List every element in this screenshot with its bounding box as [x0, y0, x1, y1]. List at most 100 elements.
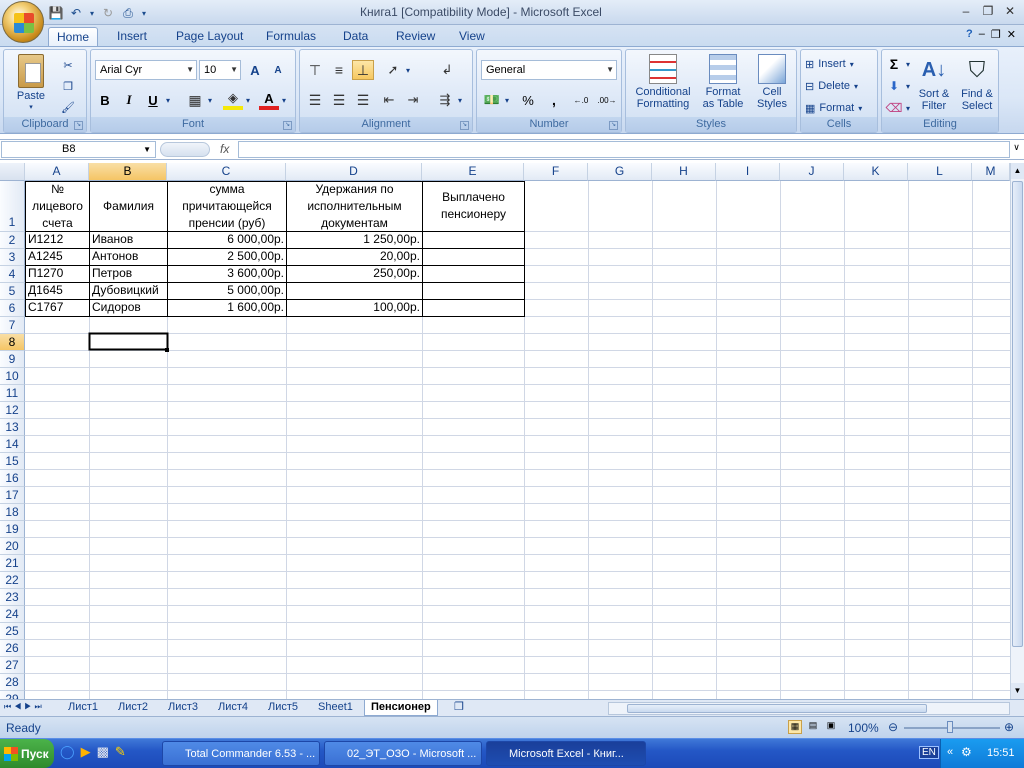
taskbar-item-word[interactable]: 02_ЭТ_ОЗО - Microsoft ... — [324, 741, 482, 766]
align-right-icon[interactable]: ☰ — [352, 90, 374, 110]
cell-C1[interactable]: сумма причитающейся пренсии (руб) — [168, 181, 286, 231]
cell-C6[interactable]: 1 600,00р. — [168, 300, 286, 316]
row-header-15[interactable]: 15 — [0, 453, 25, 470]
cell-B4[interactable]: Петров — [90, 266, 167, 282]
cell-A3[interactable]: А1245 — [26, 249, 89, 265]
decrease-decimal-icon[interactable]: .00→ — [595, 90, 619, 110]
horizontal-scroll-thumb[interactable] — [627, 704, 927, 713]
font-name-select[interactable]: Arial Cyr ▼ — [95, 60, 197, 80]
row-header-11[interactable]: 11 — [0, 385, 25, 402]
column-header-I[interactable]: I — [716, 163, 780, 181]
row-header-14[interactable]: 14 — [0, 436, 25, 453]
cell-B5[interactable]: Дубовицкий — [90, 283, 167, 299]
horizontal-scrollbar[interactable] — [608, 702, 1010, 715]
comma-style-button[interactable]: , — [543, 90, 565, 110]
cell-D3[interactable]: 20,00р. — [287, 249, 422, 265]
column-header-E[interactable]: E — [422, 163, 524, 181]
fill-color-icon[interactable]: ◈ — [223, 90, 243, 110]
expand-formula-bar-icon[interactable]: ∨ — [1010, 142, 1023, 158]
cell-B6[interactable]: Сидоров — [90, 300, 167, 316]
font-color-icon[interactable]: A — [259, 90, 279, 110]
cell-E3[interactable] — [423, 249, 524, 265]
formula-input[interactable] — [238, 141, 1010, 158]
sort-filter-button[interactable]: A↓ Sort & Filter — [914, 54, 954, 112]
row-header-5[interactable]: 5 — [0, 283, 25, 300]
row-header-24[interactable]: 24 — [0, 606, 25, 623]
column-header-G[interactable]: G — [588, 163, 652, 181]
row-header-18[interactable]: 18 — [0, 504, 25, 521]
taskbar-item-excel[interactable]: Microsoft Excel - Книг... — [486, 741, 646, 766]
currency-dropdown-icon[interactable]: ▾ — [503, 90, 511, 110]
number-launcher-icon[interactable]: ↘ — [609, 121, 618, 130]
cell-A2[interactable]: И1212 — [26, 232, 89, 248]
vertical-scroll-thumb[interactable] — [1012, 181, 1023, 647]
sheet-tab-2[interactable]: Лист2 — [112, 700, 154, 716]
currency-icon[interactable]: 💵 — [481, 90, 503, 110]
cell-C4[interactable]: 3 600,00р. — [168, 266, 286, 282]
column-header-L[interactable]: L — [908, 163, 972, 181]
cut-icon[interactable]: ✂ — [58, 56, 78, 74]
tab-data[interactable]: Data — [335, 27, 376, 47]
font-launcher-icon[interactable]: ↘ — [283, 121, 292, 130]
borders-dropdown-icon[interactable]: ▾ — [205, 90, 215, 110]
name-box[interactable]: B8 ▼ — [1, 141, 156, 158]
column-header-D[interactable]: D — [286, 163, 422, 181]
middle-align-icon[interactable]: ≡ — [328, 60, 350, 80]
page-layout-view-icon[interactable]: ▤ — [806, 720, 820, 734]
row-header-21[interactable]: 21 — [0, 555, 25, 572]
row-header-2[interactable]: 2 — [0, 232, 25, 249]
zoom-slider-thumb[interactable] — [947, 721, 953, 733]
row-header-9[interactable]: 9 — [0, 351, 25, 368]
increase-decimal-icon[interactable]: ←.0 — [569, 90, 593, 110]
redo-icon[interactable]: ↻ — [100, 5, 116, 21]
row-header-13[interactable]: 13 — [0, 419, 25, 436]
decrease-indent-icon[interactable]: ⇤ — [378, 90, 400, 110]
office-button[interactable] — [2, 1, 44, 43]
orientation-icon[interactable]: ➚ — [382, 60, 404, 80]
insert-cells-button[interactable]: ⊞ Insert ▾ — [805, 55, 875, 73]
paste-button[interactable]: Paste ▾ — [10, 54, 52, 114]
vertical-scrollbar[interactable]: ▲ ▼ — [1010, 163, 1024, 699]
close-workbook-icon[interactable]: ✕ — [1007, 28, 1016, 41]
tab-review[interactable]: Review — [388, 27, 443, 47]
clear-dropdown-icon[interactable]: ▾ — [904, 99, 912, 117]
cell-B3[interactable]: Антонов — [90, 249, 167, 265]
start-button[interactable]: Пуск — [0, 739, 54, 768]
autosum-button[interactable]: Σ — [884, 55, 904, 73]
print-preview-icon[interactable]: ⎙ — [120, 5, 136, 21]
language-indicator[interactable]: EN — [919, 746, 939, 759]
row-header-16[interactable]: 16 — [0, 470, 25, 487]
close-icon[interactable]: ✕ — [1000, 2, 1020, 20]
format-painter-icon[interactable]: 🖌 — [58, 98, 78, 116]
percent-button[interactable]: % — [517, 90, 539, 110]
select-all-corner[interactable] — [0, 163, 25, 181]
row-header-20[interactable]: 20 — [0, 538, 25, 555]
cell-D6[interactable]: 100,00р. — [287, 300, 422, 316]
column-header-H[interactable]: H — [652, 163, 716, 181]
sheet-tab-1[interactable]: Лист1 — [62, 700, 104, 716]
ie-icon[interactable]: ◯ — [60, 744, 75, 760]
row-header-6[interactable]: 6 — [0, 300, 25, 317]
tab-insert[interactable]: Insert — [109, 27, 155, 47]
row-header-29[interactable]: 29 — [0, 691, 25, 699]
format-cells-button[interactable]: ▦ Format ▾ — [805, 99, 875, 117]
cell-E4[interactable] — [423, 266, 524, 282]
tab-formulas[interactable]: Formulas — [258, 27, 324, 47]
delete-cells-button[interactable]: ⊟ Delete ▾ — [805, 77, 875, 95]
sheet-tab-5[interactable]: Лист5 — [262, 700, 304, 716]
worksheet-grid[interactable]: № лицевого счета Фамилия сумма причитающ… — [0, 163, 1010, 699]
row-header-1[interactable]: 1 — [0, 181, 25, 232]
fill-icon[interactable]: ⬇ — [884, 77, 904, 95]
undo-icon[interactable]: ↶ — [68, 5, 84, 21]
fill-color-dropdown-icon[interactable]: ▾ — [243, 90, 253, 110]
column-header-A[interactable]: A — [25, 163, 89, 181]
formula-bar-splitter[interactable] — [160, 142, 210, 157]
row-header-8[interactable]: 8 — [0, 334, 25, 351]
column-header-M[interactable]: M — [972, 163, 1010, 181]
clear-icon[interactable]: ⌫ — [884, 99, 904, 117]
cell-B1[interactable]: Фамилия — [90, 198, 167, 215]
cell-B2[interactable]: Иванов — [90, 232, 167, 248]
find-select-button[interactable]: ⛉ Find & Select — [956, 54, 998, 112]
scroll-up-icon[interactable]: ▲ — [1011, 163, 1024, 179]
row-header-7[interactable]: 7 — [0, 317, 25, 334]
